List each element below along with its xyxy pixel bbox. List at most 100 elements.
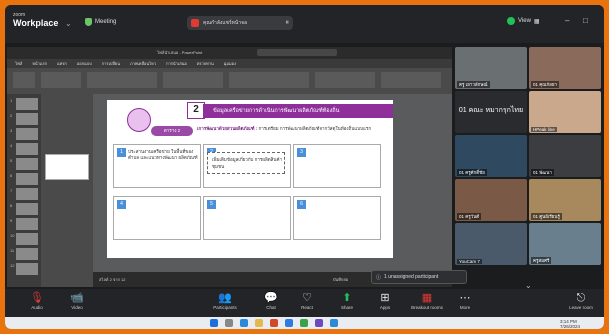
participant-tile[interactable]: ครูสมศรี (529, 223, 601, 265)
slide-cell[interactable]: 1 ประสานงานเครือข่าย ในพื้นที่ของตำบล แล… (113, 144, 201, 188)
slide-number: 12 (10, 263, 15, 268)
breakout-rooms-button[interactable]: ▦ Breakout rooms (407, 291, 447, 310)
ppt-tab[interactable]: มุมมอง (224, 60, 236, 67)
selected-slide-thumbnail[interactable] (45, 154, 89, 180)
slide-cell[interactable]: 5 (203, 196, 291, 240)
maximize-icon[interactable]: □ (583, 16, 588, 25)
slide-thumbnail[interactable] (16, 203, 38, 215)
slide-cell[interactable]: 4 (113, 196, 201, 240)
participant-tile[interactable]: HPeak line (529, 91, 601, 133)
slide-thumbnail[interactable] (16, 248, 38, 260)
textbox-text: เพิ่มเติมข้อมูลเกี่ยวกับ การผลิตสินค้าชุ… (212, 157, 283, 169)
selected-textbox[interactable]: เพิ่มเติมข้อมูลเกี่ยวกับ การผลิตสินค้าชุ… (207, 152, 285, 174)
ribbon-group[interactable] (315, 72, 375, 88)
participant-name: YouCam 7 (457, 259, 482, 264)
slide-description: เการพัฒนาด้วยสวนผลิตภัณฑ์ : การเตรียม กา… (197, 126, 377, 132)
react-button[interactable]: ♡ React (287, 291, 327, 310)
ppt-tab[interactable]: ออกแบบ (77, 60, 92, 67)
more-button[interactable]: ⋯ More (445, 291, 485, 310)
sharing-banner[interactable]: คุณกำลังแชร์หน้าจอ ⏸ (187, 16, 293, 30)
ppt-tab[interactable]: ไฟล์ (15, 60, 22, 67)
slide-cell[interactable]: 6 (293, 196, 381, 240)
ribbon-group[interactable] (229, 72, 309, 88)
ppt-tab[interactable]: ภาพเคลื่อนไหว (130, 60, 156, 67)
apps-button[interactable]: ⊞ Apps (365, 291, 405, 310)
participant-name: HPeak line (531, 127, 557, 132)
cell-number: 1 (117, 148, 126, 157)
share-button[interactable]: ⬆ Share (327, 291, 367, 310)
ppt-tab[interactable]: ตรวจทาน (197, 60, 214, 67)
slide-number: 1 (10, 98, 13, 103)
slide-thumbnail[interactable] (16, 173, 38, 185)
status-slide: สไลด์ 2 จาก 12 (99, 277, 126, 282)
ppt-tab[interactable]: แทรก (57, 60, 67, 67)
audio-button[interactable]: 🎙 Audio (17, 291, 57, 310)
zoom-icon[interactable] (285, 319, 293, 327)
ribbon-group[interactable] (13, 72, 35, 88)
chat-icon: 💬 (264, 292, 278, 304)
slide-thumbnail[interactable] (16, 158, 38, 170)
participant-tile[interactable]: 01 ครูวันดี (455, 179, 527, 221)
minimize-icon[interactable]: – (565, 16, 569, 25)
slide-number: 10 (10, 233, 15, 238)
microphone-icon: 🎙 (30, 292, 44, 304)
chevron-down-icon[interactable]: ⌄ (65, 19, 72, 28)
audio-label: Audio (31, 305, 43, 310)
participant-tile[interactable]: 01 คณะ หมากรุกไทย (455, 91, 527, 133)
ppt-titlebar: ไฟล์นำเสนอ - PowerPoint (7, 47, 452, 59)
search-icon[interactable] (225, 319, 233, 327)
pause-icon[interactable]: ⏸ (286, 19, 290, 27)
view-button[interactable]: View ▦ (507, 17, 540, 25)
powerpoint-icon[interactable] (270, 319, 278, 327)
ppt-tab[interactable]: การนำเสนอ (166, 60, 187, 67)
taskbar-date: 7/26/2024 (560, 324, 581, 329)
participant-tile[interactable]: 01 พัฒนา (529, 135, 601, 177)
edge-icon[interactable] (240, 319, 248, 327)
slide-number: 3 (10, 128, 13, 133)
slide-header-text: ข้อมูลเครือข่ายการดำเนินการพัฒนาผลิตภัณฑ… (213, 108, 340, 114)
meeting-info[interactable]: Meeting (85, 18, 116, 26)
participant-tile[interactable]: 01 คุณกัลยา (529, 47, 601, 89)
ribbon-group[interactable] (163, 72, 223, 88)
participant-name: 01 ครูศักดิ์ชัย (457, 169, 487, 176)
slide-thumbnail[interactable] (16, 218, 38, 230)
slide-cell[interactable]: 3 (293, 144, 381, 188)
video-button[interactable]: 📹 Video (57, 291, 97, 310)
participant-tile[interactable]: 01 ศูนย์เรียนรู้ (529, 179, 601, 221)
participant-tile[interactable]: YouCam 7 (455, 223, 527, 265)
participant-tile[interactable]: ครู เยาวลักษณ์ (455, 47, 527, 89)
chat-button[interactable]: 💬 Chat (251, 291, 291, 310)
ribbon-group[interactable] (87, 72, 157, 88)
windows-start-icon[interactable] (210, 319, 218, 327)
slide-thumbnail[interactable] (16, 263, 38, 275)
slide-number: 5 (10, 158, 13, 163)
unassigned-popup[interactable]: ⓘ 1 unassigned participant (371, 270, 467, 284)
slide-thumbnail[interactable] (16, 98, 38, 110)
shared-screen: ไฟล์นำเสนอ - PowerPoint ไฟล์ หน้าแรก แทร… (7, 47, 452, 287)
chat-label: Chat (266, 305, 276, 310)
desc-bold: เการพัฒนาด้วยสวนผลิตภัณฑ์ : (197, 126, 258, 131)
ppt-tab[interactable]: การเปลี่ยน (102, 60, 120, 67)
ppt-search[interactable] (257, 49, 337, 56)
participant-tile[interactable]: 01 ครูศักดิ์ชัย (455, 135, 527, 177)
leave-room-button[interactable]: ⎋ Leave room (561, 291, 601, 310)
slide-thumbnail[interactable] (16, 233, 38, 245)
status-notes[interactable]: บันทึกย่อ (333, 276, 348, 283)
app-icon[interactable] (315, 319, 323, 327)
slide-thumbnail[interactable] (16, 113, 38, 125)
ppt-tab[interactable]: หน้าแรก (32, 60, 47, 67)
slide-thumbnail[interactable] (16, 188, 38, 200)
ribbon-group[interactable] (41, 72, 81, 88)
participant-name: 01 ครูวันดี (457, 213, 482, 220)
participants-button[interactable]: 👥 Participants (205, 291, 245, 310)
slide[interactable]: 2 ข้อมูลเครือข่ายการดำเนินการพัฒนาผลิตภั… (107, 100, 393, 258)
ribbon-group[interactable] (381, 72, 441, 88)
app-icon[interactable] (330, 319, 338, 327)
chrome-icon[interactable] (300, 319, 308, 327)
stop-share-icon[interactable] (191, 19, 199, 27)
slide-thumbnail[interactable] (16, 143, 38, 155)
slide-thumbnail[interactable] (16, 128, 38, 140)
folder-icon[interactable] (255, 319, 263, 327)
slide-number: 7 (10, 188, 13, 193)
more-label: More (459, 305, 471, 310)
